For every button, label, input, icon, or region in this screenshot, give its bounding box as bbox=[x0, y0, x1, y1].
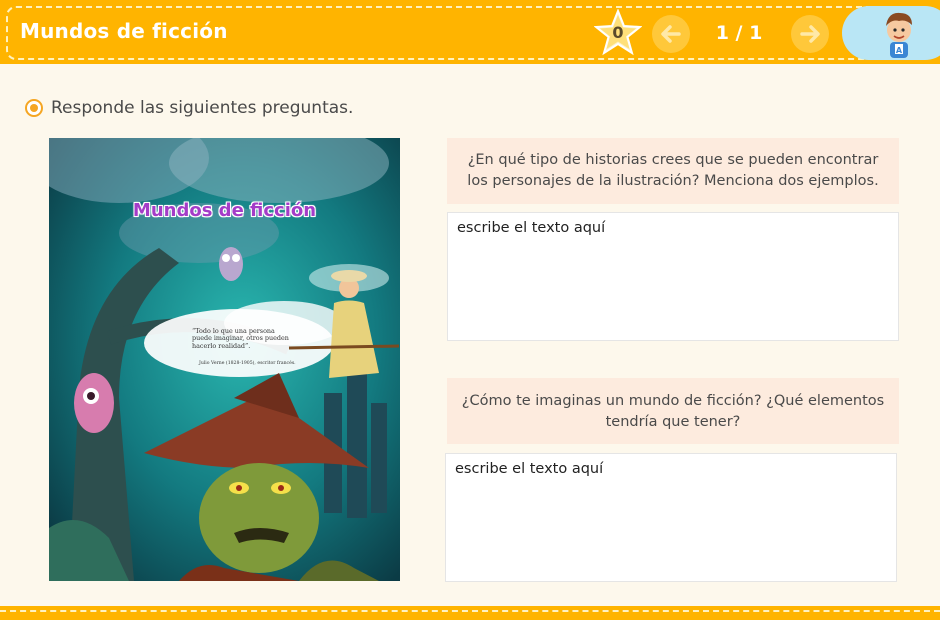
header-bar: Mundos de ficción 0 1 / 1 A bbox=[0, 0, 940, 64]
app-title: Mundos de ficción bbox=[20, 19, 228, 43]
instruction-text: Responde las siguientes preguntas. bbox=[51, 98, 354, 118]
footer-dashed-line bbox=[0, 610, 940, 612]
next-page-button[interactable] bbox=[791, 15, 829, 53]
footer-bar bbox=[0, 606, 940, 620]
star-score-badge: 0 bbox=[594, 9, 642, 57]
arrow-right-icon bbox=[800, 25, 820, 43]
answer-1-placeholder: escribe el texto aquí bbox=[457, 220, 606, 236]
illustration-quote-author: Julio Verne (1828-1905), escritor francé… bbox=[199, 361, 296, 366]
arrow-left-icon bbox=[661, 25, 681, 43]
illustration-title: Mundos de ficción bbox=[132, 200, 317, 221]
answer-1-textbox[interactable]: escribe el texto aquí bbox=[447, 212, 899, 341]
page-indicator: 1 / 1 bbox=[715, 22, 763, 44]
answer-2-placeholder: escribe el texto aquí bbox=[455, 461, 604, 477]
illustration-quote: “Todo lo que una persona puede imaginar,… bbox=[192, 327, 289, 350]
star-count: 0 bbox=[612, 23, 624, 42]
fiction-worlds-illustration: Mundos de ficción “Todo lo que una perso… bbox=[49, 138, 400, 581]
question-2: ¿Cómo te imaginas un mundo de ficción? ¿… bbox=[447, 378, 899, 444]
boy-avatar-icon[interactable]: A bbox=[876, 6, 922, 60]
svg-text:A: A bbox=[896, 46, 903, 55]
answer-2-textbox[interactable]: escribe el texto aquí bbox=[445, 453, 897, 582]
question-1: ¿En qué tipo de historias crees que se p… bbox=[447, 138, 899, 204]
radio-bullet-icon bbox=[25, 99, 43, 117]
previous-page-button[interactable] bbox=[652, 15, 690, 53]
